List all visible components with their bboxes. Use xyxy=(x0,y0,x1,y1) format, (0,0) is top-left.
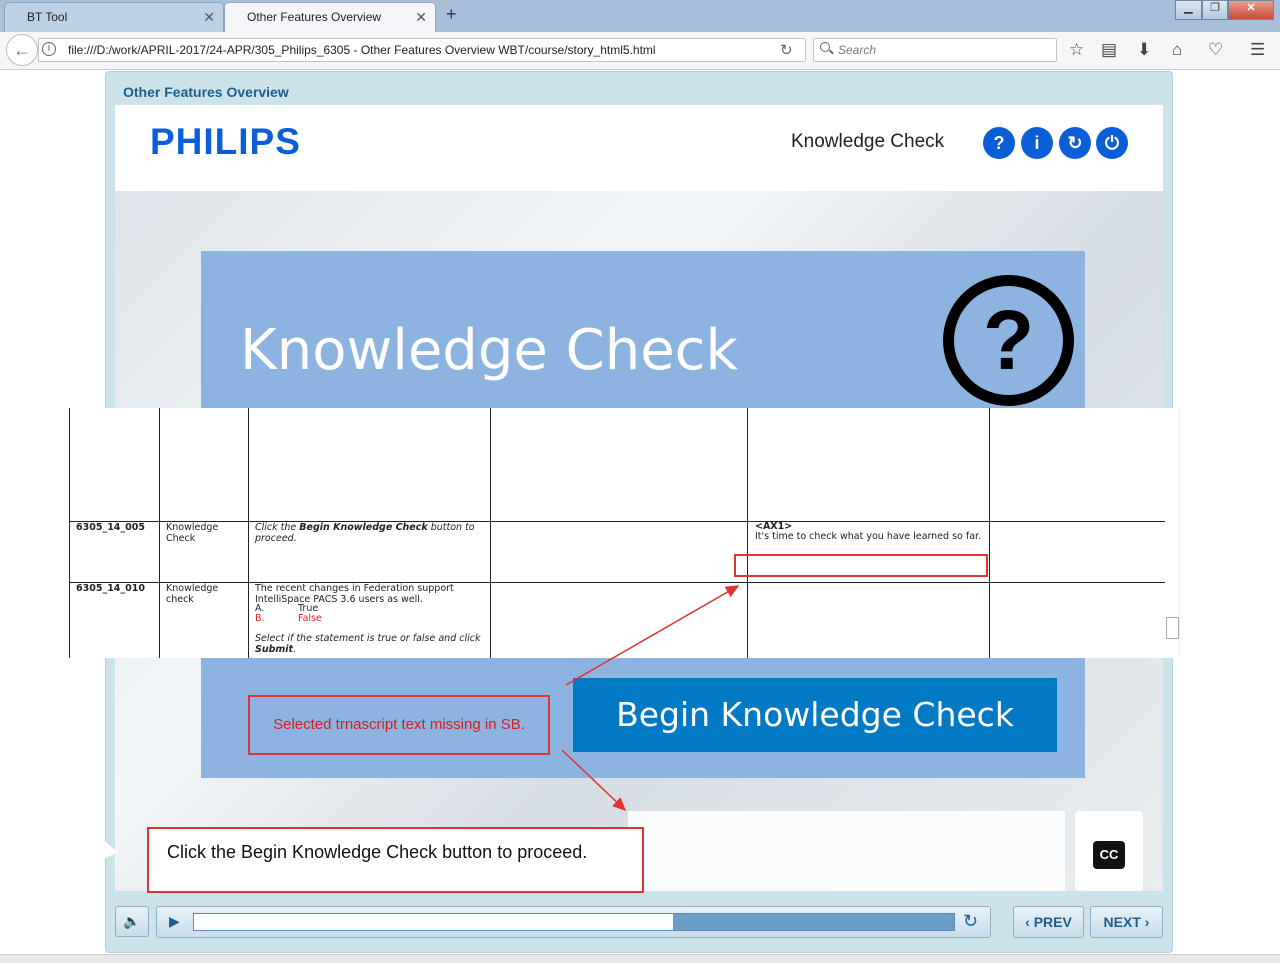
header-label: Knowledge Check xyxy=(791,131,945,152)
pocket-icon[interactable]: ♡ xyxy=(1208,40,1223,60)
restore-icon[interactable]: ❐ xyxy=(1202,0,1228,20)
option-b: False xyxy=(298,613,322,624)
caption-box: Click the Begin Knowledge Check button t… xyxy=(147,827,644,893)
minimize-icon[interactable]: ▁ xyxy=(1175,0,1202,20)
search-placeholder: Search xyxy=(838,43,877,57)
back-button[interactable]: ← xyxy=(6,34,38,66)
reload-icon[interactable]: ↻ xyxy=(780,41,793,59)
replay-slide-icon[interactable]: ↻ xyxy=(963,911,978,932)
begin-knowledge-check-button[interactable]: Begin Knowledge Check xyxy=(573,678,1057,752)
tab-close-icon[interactable]: ✕ xyxy=(415,9,427,26)
play-icon[interactable]: ▶ xyxy=(169,913,180,930)
new-tab-button[interactable]: + xyxy=(446,4,457,25)
replay-icon[interactable]: ↻ xyxy=(1059,127,1091,159)
url-text[interactable]: file:///D:/work/APRIL-2017/24-APR/305_Ph… xyxy=(68,43,656,57)
info-icon[interactable]: i xyxy=(1021,127,1053,159)
storyboard-table-overlay: 6305_14_005 Knowledge Check Click the Be… xyxy=(69,408,1180,658)
bookmark-star-icon[interactable]: ☆ xyxy=(1069,40,1084,60)
question-mark-icon: ? xyxy=(943,275,1074,406)
tab-bt-tool[interactable]: BT Tool ✕ xyxy=(4,2,224,32)
row-question-text: The recent changes in Federation support… xyxy=(255,583,454,605)
philips-logo: PHILIPS xyxy=(150,121,301,162)
row-onscreen-text: Click the Begin Knowledge Check button t… xyxy=(255,522,475,544)
window-close-icon[interactable]: ✕ xyxy=(1228,0,1274,20)
row-screen: Knowledge check xyxy=(166,583,219,605)
scrollbar-thumb[interactable] xyxy=(1166,617,1179,639)
exit-icon[interactable]: ⏻ xyxy=(1096,127,1128,159)
next-button[interactable]: NEXT › xyxy=(1090,906,1163,938)
home-icon[interactable]: ⌂ xyxy=(1172,40,1182,60)
prev-button[interactable]: ‹ PREV xyxy=(1013,906,1084,938)
prev-label: PREV xyxy=(1033,914,1072,930)
cc-icon[interactable]: CC xyxy=(1093,841,1125,869)
tab-label: Other Features Overview xyxy=(247,10,382,24)
row-id: 6305_14_005 xyxy=(76,522,145,533)
help-icon[interactable]: ? xyxy=(983,127,1015,159)
tab-other-features-overview[interactable]: Other Features Overview ✕ xyxy=(224,2,436,32)
reading-list-icon[interactable]: ▤ xyxy=(1101,40,1117,60)
site-info-icon[interactable]: i xyxy=(42,42,56,56)
row-instruction: Select if the statement is true or false… xyxy=(255,633,481,655)
volume-icon[interactable]: 🔈 xyxy=(115,906,149,937)
next-label: NEXT xyxy=(1103,914,1141,930)
tab-label: BT Tool xyxy=(27,10,68,24)
tab-close-icon[interactable]: ✕ xyxy=(203,9,215,26)
option-b-letter: B. xyxy=(255,613,265,624)
row-screen: Knowledge Check xyxy=(166,522,219,544)
row-id: 6305_14_010 xyxy=(76,583,145,594)
search-icon xyxy=(820,42,830,52)
menu-icon[interactable]: ☰ xyxy=(1250,40,1265,60)
seekbar-progress xyxy=(194,914,673,930)
review-annotation-note: Selected trnascript text missing in SB. xyxy=(248,695,550,755)
slide-heading: Knowledge Check xyxy=(240,318,738,383)
download-icon[interactable]: ⬇ xyxy=(1137,40,1151,60)
status-bar xyxy=(0,954,1280,963)
caption-background xyxy=(628,811,1065,891)
audio-text: It's time to check what you have learned… xyxy=(755,531,982,542)
course-title: Other Features Overview xyxy=(123,84,289,100)
missing-text-highlight xyxy=(734,554,988,577)
